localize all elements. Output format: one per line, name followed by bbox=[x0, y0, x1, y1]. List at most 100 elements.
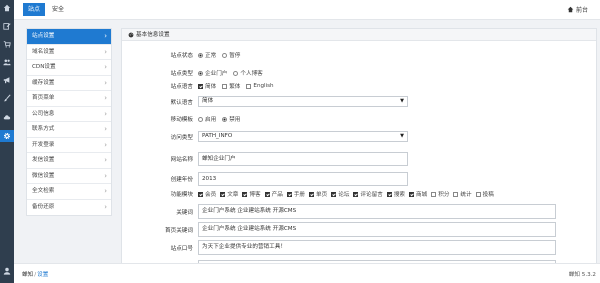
globe-icon bbox=[128, 32, 134, 37]
language-traditional-checkbox[interactable]: 繁体 bbox=[222, 82, 240, 90]
module-points-checkbox[interactable]: 积分 bbox=[431, 190, 449, 198]
breadcrumb-current[interactable]: 设置 bbox=[37, 272, 48, 278]
sidebar-item-search[interactable]: 全文检索 › bbox=[27, 184, 111, 200]
chevron-right-icon: › bbox=[104, 202, 107, 211]
radio-icon bbox=[222, 52, 228, 58]
checkbox-icon bbox=[431, 191, 437, 197]
tab-security[interactable]: 安全 bbox=[47, 3, 69, 16]
option-label: 搜索 bbox=[393, 192, 406, 198]
chevron-right-icon: › bbox=[104, 109, 107, 118]
option-label: 企业门户 bbox=[205, 71, 228, 77]
edit-icon[interactable] bbox=[3, 22, 11, 30]
module-manual-checkbox[interactable]: 手册 bbox=[286, 190, 305, 198]
caret-down-icon: ▼ bbox=[400, 133, 404, 139]
select-value: PATH_INFO bbox=[202, 133, 233, 139]
checkbox-icon bbox=[198, 191, 203, 197]
sidebar-item-site-settings[interactable]: 站点设置 › bbox=[27, 29, 111, 45]
sidebar-item-mail[interactable]: 发信设置 › bbox=[27, 153, 111, 169]
module-blog-checkbox[interactable]: 博客 bbox=[242, 190, 261, 198]
sidebar-item-cache[interactable]: 缓存设置 › bbox=[27, 76, 111, 91]
checkbox-icon bbox=[264, 191, 270, 197]
option-label: 博客 bbox=[249, 192, 261, 198]
user-icon[interactable] bbox=[3, 267, 11, 275]
default-language-row: 默认语言 简体 ▼ bbox=[122, 96, 596, 107]
radio-icon bbox=[198, 52, 203, 58]
cart-icon[interactable] bbox=[3, 40, 11, 48]
sidebar-item-login[interactable]: 开发登录 › bbox=[27, 138, 111, 153]
gear-icon[interactable] bbox=[0, 130, 14, 142]
language-simplified-checkbox[interactable]: 简体 bbox=[198, 82, 216, 90]
sidebar-item-label: 域名设置 bbox=[32, 48, 55, 55]
module-search-checkbox[interactable]: 搜索 bbox=[386, 190, 406, 198]
sidebar-item-home-menu[interactable]: 首页菜单 › bbox=[27, 91, 111, 107]
default-language-select[interactable]: 简体 ▼ bbox=[198, 96, 408, 107]
select-value: 简体 bbox=[202, 98, 214, 104]
site-type-row: 站点类型 企业门户 个人博客 bbox=[122, 69, 596, 77]
bullhorn-icon[interactable] bbox=[3, 76, 11, 84]
sidebar-item-backup[interactable]: 备份还原 › bbox=[27, 200, 111, 216]
slogan-label: 站点口号 bbox=[170, 245, 193, 252]
chevron-right-icon: › bbox=[104, 47, 107, 56]
access-type-row: 访问类型 PATH_INFO ▼ bbox=[122, 131, 596, 142]
frontend-link[interactable]: 前台 bbox=[567, 5, 588, 14]
option-label: 文章 bbox=[227, 192, 239, 198]
module-forum-checkbox[interactable]: 论坛 bbox=[331, 190, 349, 198]
checkbox-icon bbox=[409, 191, 415, 197]
brush-icon[interactable] bbox=[3, 94, 11, 102]
option-label: 暂停 bbox=[229, 53, 241, 59]
users-icon[interactable] bbox=[3, 58, 11, 66]
site-status-row: 站点状态 正常 暂停 bbox=[122, 51, 596, 59]
checkbox-icon bbox=[220, 191, 226, 197]
sidebar-item-contact[interactable]: 联系方式 › bbox=[27, 122, 111, 138]
slogan-input[interactable]: 为天下企业提供专业的营销工具！ bbox=[198, 240, 556, 255]
frontend-link-label: 前台 bbox=[575, 7, 588, 14]
site-name-label: 网站名称 bbox=[170, 157, 193, 163]
language-english-checkbox[interactable]: English bbox=[246, 83, 274, 89]
sidebar-item-label: 微信设置 bbox=[32, 172, 55, 179]
module-comment-checkbox[interactable]: 评论留言 bbox=[353, 190, 383, 198]
site-type-portal-radio[interactable]: 企业门户 bbox=[198, 69, 227, 77]
site-type-blog-radio[interactable]: 个人博客 bbox=[233, 69, 263, 77]
site-name-input[interactable]: 蝉知企业门户 bbox=[198, 152, 408, 166]
site-status-paused-radio[interactable]: 暂停 bbox=[222, 51, 240, 59]
site-status-label: 站点状态 bbox=[170, 53, 193, 59]
home-keywords-input[interactable]: 企业门户系统 企业建站系统 开源CMS bbox=[198, 222, 556, 237]
tab-site[interactable]: 站点 bbox=[23, 3, 46, 16]
sidebar-item-company-info[interactable]: 公司信息 › bbox=[27, 107, 111, 122]
chevron-right-icon: › bbox=[104, 125, 107, 133]
site-status-normal-radio[interactable]: 正常 bbox=[198, 51, 216, 59]
sidebar-item-domain[interactable]: 域名设置 › bbox=[27, 45, 111, 60]
home-icon[interactable] bbox=[3, 4, 11, 12]
chevron-right-icon: › bbox=[104, 78, 107, 87]
settings-sidebar: 站点设置 › 域名设置 › CDN设置 › 缓存设置 › 首页菜单 › 公司信息 › 联系方… bbox=[26, 28, 112, 216]
keywords-input[interactable]: 企业门户系统 企业建站系统 开源CMS bbox=[198, 204, 556, 219]
founded-year-input[interactable]: 2013 bbox=[198, 172, 408, 186]
home-icon bbox=[567, 6, 574, 13]
cloud-icon[interactable] bbox=[3, 113, 11, 121]
sidebar-item-wechat[interactable]: 微信设置 › bbox=[27, 169, 111, 184]
mobile-enable-radio[interactable]: 启用 bbox=[198, 115, 216, 123]
sidebar-item-cdn[interactable]: CDN设置 › bbox=[27, 60, 111, 76]
option-label: 正常 bbox=[205, 53, 217, 59]
option-label: 单页 bbox=[316, 192, 328, 198]
panel-title: 基本信息设置 bbox=[136, 31, 170, 38]
module-member-checkbox[interactable]: 会员 bbox=[198, 190, 216, 198]
module-stats-checkbox[interactable]: 统计 bbox=[453, 190, 472, 198]
module-article-checkbox[interactable]: 文章 bbox=[220, 190, 238, 198]
access-type-select[interactable]: PATH_INFO ▼ bbox=[198, 131, 408, 142]
module-page-checkbox[interactable]: 单页 bbox=[309, 190, 327, 198]
mobile-disable-radio[interactable]: 禁用 bbox=[222, 115, 240, 123]
site-language-label: 站点语言 bbox=[170, 84, 193, 90]
chevron-right-icon: › bbox=[104, 32, 107, 40]
module-submission-checkbox[interactable]: 投稿 bbox=[475, 190, 494, 198]
home-keywords-row: 首页关键词 企业门户系统 企业建站系统 开源CMS bbox=[122, 222, 596, 237]
option-label: 个人博客 bbox=[240, 71, 263, 77]
founded-year-row: 创建年份 2013 bbox=[122, 172, 596, 186]
breadcrumb-root[interactable]: 蝉知 bbox=[22, 272, 33, 278]
option-label: 积分 bbox=[438, 192, 450, 198]
module-shop-checkbox[interactable]: 商城 bbox=[409, 190, 427, 198]
sidebar-item-label: 开发登录 bbox=[32, 141, 55, 148]
module-product-checkbox[interactable]: 产品 bbox=[264, 190, 283, 198]
option-label: 商城 bbox=[416, 192, 428, 198]
option-label: 会员 bbox=[205, 192, 217, 198]
